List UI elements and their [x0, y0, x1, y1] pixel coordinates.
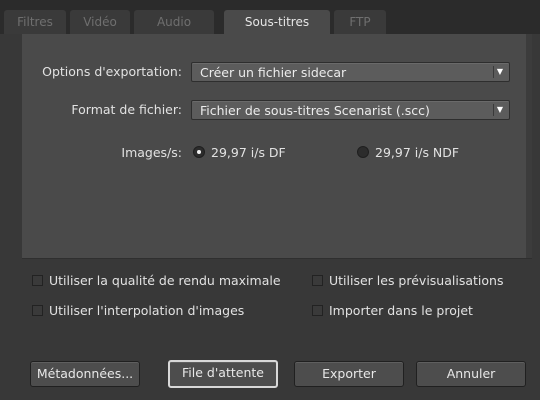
import-into-project-label: Importer dans le projet — [329, 303, 473, 318]
export-options-value: Créer un fichier sidecar — [200, 65, 347, 80]
checkbox-max-render-quality[interactable]: Utiliser la qualité de rendu maximale — [32, 273, 281, 288]
chevron-down-icon: ▼ — [493, 66, 506, 78]
radio-df-label: 29,97 i/s DF — [211, 145, 286, 160]
radio-button-icon[interactable] — [193, 146, 205, 158]
use-previews-label: Utiliser les prévisualisations — [329, 273, 504, 288]
cancel-button[interactable]: Annuler — [416, 361, 526, 387]
frame-blending-label: Utiliser l'interpolation d'images — [49, 303, 245, 318]
radio-button-icon[interactable] — [357, 146, 369, 158]
divider — [22, 258, 532, 259]
checkbox-frame-blending[interactable]: Utiliser l'interpolation d'images — [32, 303, 244, 318]
tab-sous-titres[interactable]: Sous-titres — [224, 10, 330, 34]
tab-video[interactable]: Vidéo — [70, 10, 130, 34]
tab-filtres[interactable]: Filtres — [4, 10, 66, 34]
tab-ftp[interactable]: FTP — [334, 10, 386, 34]
radio-frame-rate-ndf[interactable]: 29,97 i/s NDF — [357, 145, 459, 160]
file-format-select[interactable]: Fichier de sous-titres Scenarist (.scc) … — [191, 100, 510, 120]
max-render-quality-label: Utiliser la qualité de rendu maximale — [49, 273, 281, 288]
frame-rate-label: Images/s: — [121, 145, 182, 160]
export-options-select[interactable]: Créer un fichier sidecar ▼ — [191, 62, 510, 82]
checkbox-icon[interactable] — [312, 275, 323, 286]
radio-frame-rate-df[interactable]: 29,97 i/s DF — [193, 145, 286, 160]
checkbox-use-previews[interactable]: Utiliser les prévisualisations — [312, 273, 503, 288]
export-options-label: Options d'exportation: — [42, 64, 182, 79]
metadata-button[interactable]: Métadonnées... — [30, 361, 140, 387]
checkbox-icon[interactable] — [312, 305, 323, 316]
tab-audio[interactable]: Audio — [134, 10, 214, 34]
file-format-label: Format de fichier: — [71, 102, 182, 117]
panel-scrollbar[interactable] — [526, 34, 532, 258]
radio-ndf-label: 29,97 i/s NDF — [375, 145, 460, 160]
checkbox-icon[interactable] — [32, 275, 43, 286]
checkbox-icon[interactable] — [32, 305, 43, 316]
queue-button[interactable]: File d'attente — [168, 360, 278, 388]
chevron-down-icon: ▼ — [493, 104, 506, 116]
file-format-value: Fichier de sous-titres Scenarist (.scc) — [200, 103, 430, 118]
tab-bar: Filtres Vidéo Audio Sous-titres FTP — [0, 0, 540, 34]
export-button[interactable]: Exporter — [294, 361, 404, 387]
checkbox-import-into-project[interactable]: Importer dans le projet — [312, 303, 473, 318]
